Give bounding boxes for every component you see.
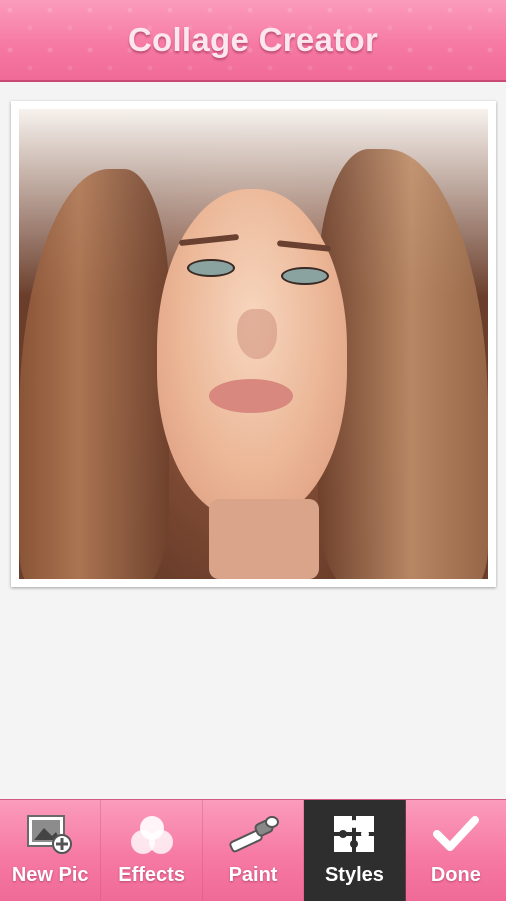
new-pic-button[interactable]: New Pic: [0, 800, 102, 901]
effects-button[interactable]: Effects: [101, 800, 203, 901]
effects-label: Effects: [118, 864, 185, 886]
puzzle-icon: [332, 814, 376, 860]
paint-label: Paint: [228, 864, 278, 886]
app-title: Collage Creator: [127, 21, 379, 58]
styles-label: Styles: [324, 864, 384, 886]
done-label: Done: [430, 864, 481, 886]
effects-circles-icon: [128, 814, 176, 862]
checkmark-icon: [432, 814, 479, 860]
portrait-photo[interactable]: [19, 109, 488, 579]
new-pic-label: New Pic: [11, 864, 89, 886]
app-header: Collage Creator: [0, 0, 506, 82]
styles-button[interactable]: Styles: [304, 800, 406, 901]
done-button[interactable]: Done: [406, 800, 506, 901]
new-picture-icon: [26, 814, 74, 860]
photo-lips: [209, 379, 293, 413]
photo-eye-right: [281, 267, 329, 285]
collage-photo-frame[interactable]: [11, 101, 496, 587]
photo-eye-left: [187, 259, 235, 277]
photo-nose: [237, 309, 277, 359]
paintbrush-icon: [226, 814, 280, 862]
bottom-toolbar: New Pic Effects Paint Styles Done: [0, 799, 506, 901]
photo-neck: [209, 499, 319, 579]
paint-button[interactable]: Paint: [203, 800, 305, 901]
